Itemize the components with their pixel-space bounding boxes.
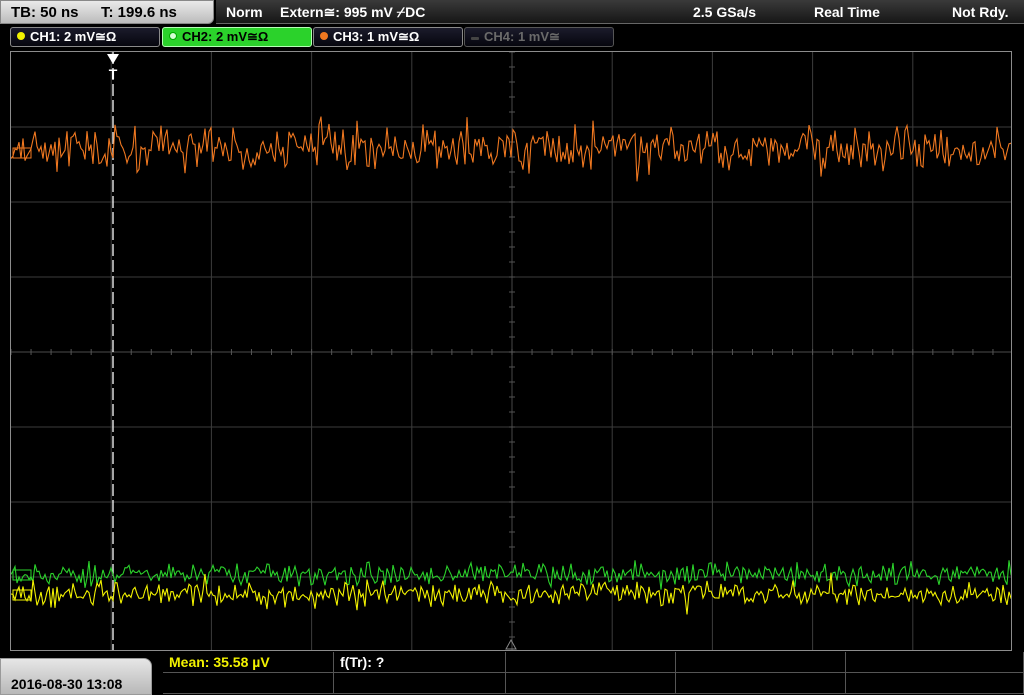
top-status-bar: TB: 50 ns T: 199.6 ns Norm Extern≅: 995 …: [0, 0, 1024, 24]
channel-2-dot-icon: [169, 32, 177, 40]
channel-3-button[interactable]: CH3: 1 mV≅Ω: [313, 27, 463, 47]
channel-1-dot-icon: [17, 32, 25, 40]
acquisition-status-strip[interactable]: Norm Extern≅: 995 mV ⌿DC 2.5 GSa/s Real …: [216, 0, 1024, 24]
frequency-measurement: f(Tr): ?: [340, 654, 385, 670]
sample-rate: 2.5 GSa/s: [693, 4, 757, 20]
channel-bar: CH1: 2 mV≅Ω CH2: 2 mV≅Ω CH3: 1 mV≅Ω CH4:…: [0, 26, 1024, 48]
channel-1-label: CH1: 2 mV≅Ω: [30, 29, 117, 44]
trigger-source: Extern≅: 995 mV ⌿DC: [280, 4, 426, 20]
channel-3-dot-icon: [320, 32, 328, 40]
channel-3-label: CH3: 1 mV≅Ω: [333, 29, 420, 44]
channel-4-dash-icon: [471, 37, 479, 40]
waveform-display[interactable]: T: [10, 51, 1012, 651]
trigger-mode: Norm: [226, 4, 263, 20]
measurement-cell-3[interactable]: [506, 652, 676, 673]
channel-4-label: CH4: 1 mV≅: [484, 29, 560, 44]
date-time-label: 2016-08-30 13:08: [11, 676, 123, 692]
bottom-bar: 2016-08-30 13:08 Mean: 35.58 µV f(Tr): ?: [0, 652, 1024, 695]
measurement-cell-2[interactable]: f(Tr): ?: [334, 652, 506, 673]
timebase-box[interactable]: TB: 50 ns T: 199.6 ns: [0, 0, 214, 24]
timebase-label: TB: 50 ns: [11, 4, 79, 21]
date-time-tab[interactable]: 2016-08-30 13:08: [0, 658, 152, 695]
trigger-time-label: T: 199.6 ns: [101, 4, 177, 21]
horizontal-center-marker-icon: [505, 638, 517, 650]
channel-4-button[interactable]: CH4: 1 mV≅: [464, 27, 614, 47]
measurement-cell-4[interactable]: [676, 652, 846, 673]
measurement-cell-10[interactable]: [846, 673, 1024, 694]
measurement-cell-8[interactable]: [506, 673, 676, 694]
measurement-cell-1[interactable]: Mean: 35.58 µV: [163, 652, 334, 673]
measurement-cell-9[interactable]: [676, 673, 846, 694]
channel-2-label: CH2: 2 mV≅Ω: [182, 29, 269, 44]
acquisition-mode: Real Time: [814, 4, 880, 20]
measurement-cell-5[interactable]: [846, 652, 1024, 673]
mean-measurement: Mean: 35.58 µV: [169, 654, 270, 670]
waveform-canvas: T: [11, 52, 1011, 650]
measurement-cell-7[interactable]: [334, 673, 506, 694]
trigger-state: Not Rdy.: [952, 4, 1009, 20]
channel-1-button[interactable]: CH1: 2 mV≅Ω: [10, 27, 160, 47]
measurement-panel: Mean: 35.58 µV f(Tr): ?: [163, 652, 1024, 695]
channel-2-button[interactable]: CH2: 2 mV≅Ω: [162, 27, 312, 47]
trigger-arrow-icon: [107, 54, 119, 64]
trigger-marker-label: T: [109, 66, 118, 82]
measurement-cell-6[interactable]: [163, 673, 334, 694]
